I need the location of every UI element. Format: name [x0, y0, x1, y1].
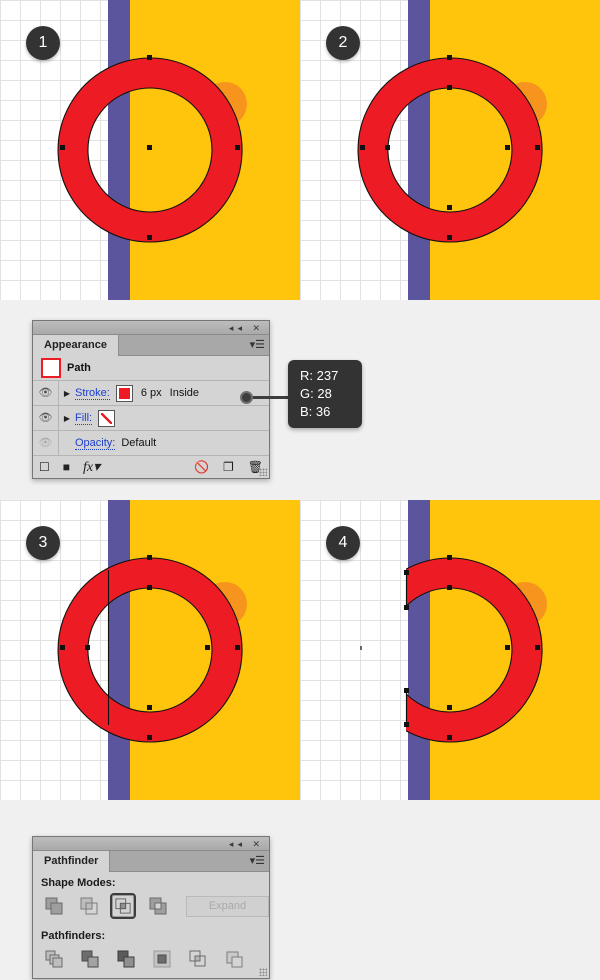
tab-appearance[interactable]: Appearance [33, 335, 119, 356]
titlebar-icons[interactable]: ◂◂ ✕ [229, 321, 264, 335]
artboard-step-4: 4 [300, 500, 600, 800]
pathfinders-row [33, 944, 269, 978]
opacity-label[interactable]: Opacity: [75, 437, 116, 450]
add-new-stroke-icon[interactable]: ☐ [39, 460, 50, 474]
appearance-row-stroke[interactable]: 👁 ▶ Stroke: 6 px Inside [33, 381, 269, 406]
tooltip-anchor-dot [240, 391, 253, 404]
eye-icon-dim[interactable]: 👁 [33, 431, 59, 455]
none-swatch[interactable] [98, 409, 116, 427]
tooltip-r-value: R: 237 [300, 368, 339, 383]
minus-back-icon[interactable] [221, 946, 247, 972]
red-swatch[interactable] [115, 384, 133, 402]
appearance-row-opacity[interactable]: 👁 Opacity: Default [33, 431, 269, 456]
triangle-right-icon[interactable]: ▶ [59, 414, 75, 423]
minus-front-icon[interactable] [76, 893, 102, 919]
step-badge-2: 2 [326, 26, 360, 60]
eye-icon[interactable]: 👁 [33, 406, 59, 430]
appearance-panel[interactable]: ◂◂ ✕ Appearance ▾☰ Path 👁 ▶ Stroke: 6 px… [32, 320, 270, 479]
path-thumbnail [41, 358, 61, 378]
stroke-label[interactable]: Stroke: [75, 387, 110, 400]
step-badge-3: 3 [26, 526, 60, 560]
appearance-footer: ☐ ■ fx▾ 🚫 ❐ 🗑 [33, 456, 269, 478]
appearance-row-fill[interactable]: 👁 ▶ Fill: [33, 406, 269, 431]
triangle-right-icon[interactable]: ▶ [59, 389, 75, 398]
duplicate-item-icon[interactable]: ❐ [223, 460, 234, 474]
eye-icon[interactable]: 👁 [33, 381, 59, 405]
panel-tabrow[interactable]: Pathfinder ▾☰ [33, 851, 269, 872]
panel-titlebar[interactable]: ◂◂ ✕ [33, 321, 269, 335]
resize-grip[interactable] [259, 968, 267, 976]
intersect-icon[interactable] [110, 893, 137, 919]
panel-menu-icon[interactable]: ▾☰ [250, 338, 265, 352]
panel-menu-icon[interactable]: ▾☰ [250, 854, 265, 868]
appearance-body: Path 👁 ▶ Stroke: 6 px Inside 👁 ▶ Fill: 👁… [33, 356, 269, 478]
stroke-weight[interactable]: 6 px [141, 387, 162, 399]
exclude-icon[interactable] [145, 893, 171, 919]
step-badge-4: 4 [326, 526, 360, 560]
artboard-step-1: 1 [0, 0, 300, 300]
tooltip-b-value: B: 36 [300, 404, 331, 419]
artboard-step-3: 3 [0, 500, 300, 800]
unite-icon[interactable] [41, 893, 67, 919]
titlebar-icons[interactable]: ◂◂ ✕ [229, 837, 264, 851]
appearance-footer-right: 🚫 ❐ 🗑 [180, 460, 263, 474]
appearance-row-path[interactable]: Path [33, 356, 269, 381]
shape-modes-label: Shape Modes: [41, 877, 116, 889]
pathfinder-panel[interactable]: ◂◂ ✕ Pathfinder ▾☰ Shape Modes: Expand P… [32, 836, 270, 979]
divide-icon[interactable] [41, 946, 67, 972]
opacity-value[interactable]: Default [121, 437, 156, 449]
clear-appearance-icon[interactable]: 🚫 [194, 460, 209, 474]
resize-grip[interactable] [259, 468, 267, 476]
step-badge-1: 1 [26, 26, 60, 60]
pathfinder-body: Shape Modes: Expand Pathfinders: [33, 872, 270, 978]
appearance-path-label: Path [67, 362, 91, 374]
expand-button[interactable]: Expand [185, 895, 270, 917]
crop-icon[interactable] [149, 946, 175, 972]
trim-icon[interactable] [77, 946, 103, 972]
outline-icon[interactable] [185, 946, 211, 972]
add-new-fill-icon[interactable]: ■ [63, 460, 70, 474]
tooltip-g-value: G: 28 [300, 386, 332, 401]
pathfinders-label: Pathfinders: [41, 930, 106, 942]
tab-pathfinder[interactable]: Pathfinder [33, 851, 111, 872]
rgb-tooltip: R: 237 G: 28 B: 36 [288, 360, 362, 428]
add-effect-fx-icon[interactable]: fx▾ [83, 459, 100, 476]
merge-icon[interactable] [113, 946, 139, 972]
shape-modes-row: Expand [33, 891, 270, 925]
artboard-step-2: 2 [300, 0, 600, 300]
fill-label[interactable]: Fill: [75, 412, 93, 425]
stroke-alignment[interactable]: Inside [170, 387, 199, 399]
panel-titlebar[interactable]: ◂◂ ✕ [33, 837, 269, 851]
panel-tabrow[interactable]: Appearance ▾☰ [33, 335, 269, 356]
page-root: 1 2 3 4 ◂◂ ✕ Appearance ▾☰ Path 👁 ▶ Stro… [0, 0, 600, 980]
